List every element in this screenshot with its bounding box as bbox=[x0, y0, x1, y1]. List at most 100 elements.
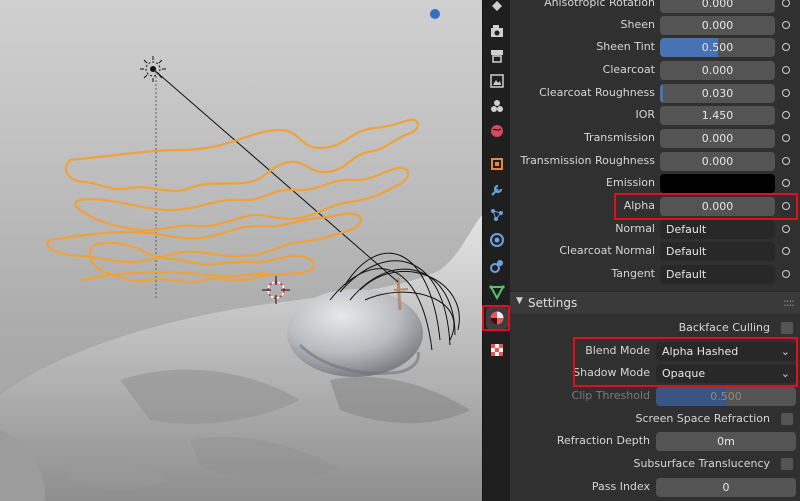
socket-dot[interactable] bbox=[782, 225, 790, 233]
view-layer-icon bbox=[490, 74, 504, 88]
socket-dot[interactable] bbox=[782, 43, 790, 51]
clip-threshold-field[interactable]: 0.500 bbox=[656, 387, 796, 406]
clearcoat-roughness-field[interactable]: 0.030 bbox=[660, 84, 775, 103]
tab-render[interactable] bbox=[486, 20, 508, 42]
prop-clearcoat-normal: Clearcoat Normal Default bbox=[510, 240, 800, 262]
prop-backface-culling: Backface Culling bbox=[510, 317, 800, 339]
prop-label: Tangent bbox=[611, 267, 655, 280]
socket-dot[interactable] bbox=[782, 247, 790, 255]
prop-label: Screen Space Refraction bbox=[635, 412, 770, 425]
settings-title: Settings bbox=[528, 296, 578, 310]
material-icon bbox=[490, 311, 504, 325]
prop-label: Sheen Tint bbox=[596, 40, 655, 53]
prop-label: Alpha bbox=[623, 199, 655, 212]
curve-object bbox=[46, 118, 420, 284]
clearcoat-field[interactable]: 0.000 bbox=[660, 61, 775, 80]
tangent-field[interactable]: Default bbox=[660, 265, 775, 284]
prop-label: Emission bbox=[606, 176, 655, 189]
tab-scene[interactable] bbox=[486, 95, 508, 117]
tab-view-layer[interactable] bbox=[486, 70, 508, 92]
tab-physics[interactable] bbox=[486, 229, 508, 251]
alpha-field[interactable]: 0.000 bbox=[660, 197, 775, 216]
prop-label: IOR bbox=[635, 108, 655, 121]
ior-field[interactable]: 1.450 bbox=[660, 106, 775, 125]
pass-index-field[interactable]: 0 bbox=[656, 478, 796, 497]
prop-label: Refraction Depth bbox=[556, 434, 650, 447]
prop-label: Clearcoat bbox=[602, 63, 655, 76]
chevron-down-icon: ⌄ bbox=[780, 345, 790, 358]
collapse-arrow-icon[interactable]: ▼ bbox=[516, 296, 523, 306]
tab-particles[interactable] bbox=[486, 204, 508, 226]
prop-anisotropic-rotation: Anisotropic Rotation 0.000 bbox=[510, 0, 800, 14]
tab-texture[interactable] bbox=[486, 339, 508, 361]
tab-material[interactable] bbox=[486, 307, 508, 329]
prop-pass-index: Pass Index 0 bbox=[510, 476, 800, 498]
prop-tangent: Tangent Default bbox=[510, 263, 800, 285]
prop-label: Transmission Roughness bbox=[520, 154, 655, 167]
prop-shadow-mode: Shadow Mode Opaque ⌄ bbox=[510, 362, 800, 384]
light-object bbox=[140, 56, 166, 82]
prop-label: Clearcoat Normal bbox=[559, 244, 655, 257]
tab-object[interactable] bbox=[486, 153, 508, 175]
prop-subsurface-translucency: Subsurface Translucency bbox=[510, 453, 800, 475]
prop-sheen-tint: Sheen Tint 0.500 bbox=[510, 36, 800, 58]
settings-panel-header[interactable]: ▼ Settings :::: bbox=[510, 291, 800, 313]
prop-blend-mode: Blend Mode Alpha Hashed ⌄ bbox=[510, 340, 800, 362]
prop-label: Sheen bbox=[620, 18, 655, 31]
prop-clearcoat: Clearcoat 0.000 bbox=[510, 59, 800, 81]
output-icon bbox=[491, 50, 503, 63]
prop-label: Clip Threshold bbox=[571, 389, 650, 402]
refraction-depth-field[interactable]: 0m bbox=[656, 432, 796, 451]
emission-color-swatch[interactable] bbox=[660, 174, 775, 193]
properties-panel: Anisotropic Rotation 0.000 Sheen 0.000 S… bbox=[510, 0, 800, 501]
blend-mode-dropdown[interactable]: Alpha Hashed ⌄ bbox=[656, 342, 796, 361]
tab-data[interactable] bbox=[486, 281, 508, 303]
socket-dot[interactable] bbox=[782, 111, 790, 119]
tab-world[interactable] bbox=[486, 120, 508, 142]
prop-label: Pass Index bbox=[591, 480, 650, 493]
socket-dot[interactable] bbox=[782, 134, 790, 142]
tab-modifier[interactable] bbox=[486, 179, 508, 201]
3d-cursor bbox=[262, 276, 290, 304]
data-icon bbox=[489, 285, 505, 300]
rock bbox=[287, 289, 423, 377]
transmission-field[interactable]: 0.000 bbox=[660, 129, 775, 148]
anisotropic-rotation-field[interactable]: 0.000 bbox=[660, 0, 775, 13]
tool-icon bbox=[492, 1, 502, 11]
socket-dot[interactable] bbox=[782, 270, 790, 278]
socket-dot[interactable] bbox=[782, 202, 790, 210]
drag-grip-icon[interactable]: :::: bbox=[783, 296, 795, 309]
normal-field[interactable]: Default bbox=[660, 220, 775, 239]
prop-label: Subsurface Translucency bbox=[633, 457, 770, 470]
scene-icon bbox=[491, 100, 503, 112]
clearcoat-normal-field[interactable]: Default bbox=[660, 242, 775, 261]
socket-dot[interactable] bbox=[782, 66, 790, 74]
chevron-down-icon: ⌄ bbox=[780, 367, 790, 380]
socket-dot[interactable] bbox=[782, 0, 790, 7]
prop-clearcoat-roughness: Clearcoat Roughness 0.030 bbox=[510, 82, 800, 104]
3d-viewport[interactable] bbox=[0, 0, 482, 501]
socket-dot[interactable] bbox=[782, 89, 790, 97]
prop-label: Clearcoat Roughness bbox=[539, 86, 655, 99]
render-icon bbox=[491, 25, 503, 37]
backface-culling-checkbox[interactable] bbox=[781, 322, 793, 334]
texture-icon bbox=[491, 344, 503, 356]
socket-dot[interactable] bbox=[782, 179, 790, 187]
prop-clip-threshold: Clip Threshold 0.500 bbox=[510, 385, 800, 407]
prop-label: Normal bbox=[615, 222, 655, 235]
subsurface-translucency-checkbox[interactable] bbox=[781, 458, 793, 470]
sheen-tint-field[interactable]: 0.500 bbox=[660, 38, 775, 57]
screen-space-refraction-checkbox[interactable] bbox=[781, 413, 793, 425]
socket-dot[interactable] bbox=[782, 21, 790, 29]
sheen-field[interactable]: 0.000 bbox=[660, 16, 775, 35]
particles-icon bbox=[491, 209, 503, 221]
socket-dot[interactable] bbox=[782, 157, 790, 165]
tab-constraints[interactable] bbox=[486, 255, 508, 277]
transmission-roughness-field[interactable]: 0.000 bbox=[660, 152, 775, 171]
modifier-icon bbox=[491, 184, 503, 196]
prop-label: Blend Mode bbox=[585, 344, 650, 357]
tab-tool[interactable] bbox=[486, 0, 508, 17]
prop-label: Backface Culling bbox=[678, 321, 770, 334]
tab-output[interactable] bbox=[486, 45, 508, 67]
shadow-mode-dropdown[interactable]: Opaque ⌄ bbox=[656, 364, 796, 383]
